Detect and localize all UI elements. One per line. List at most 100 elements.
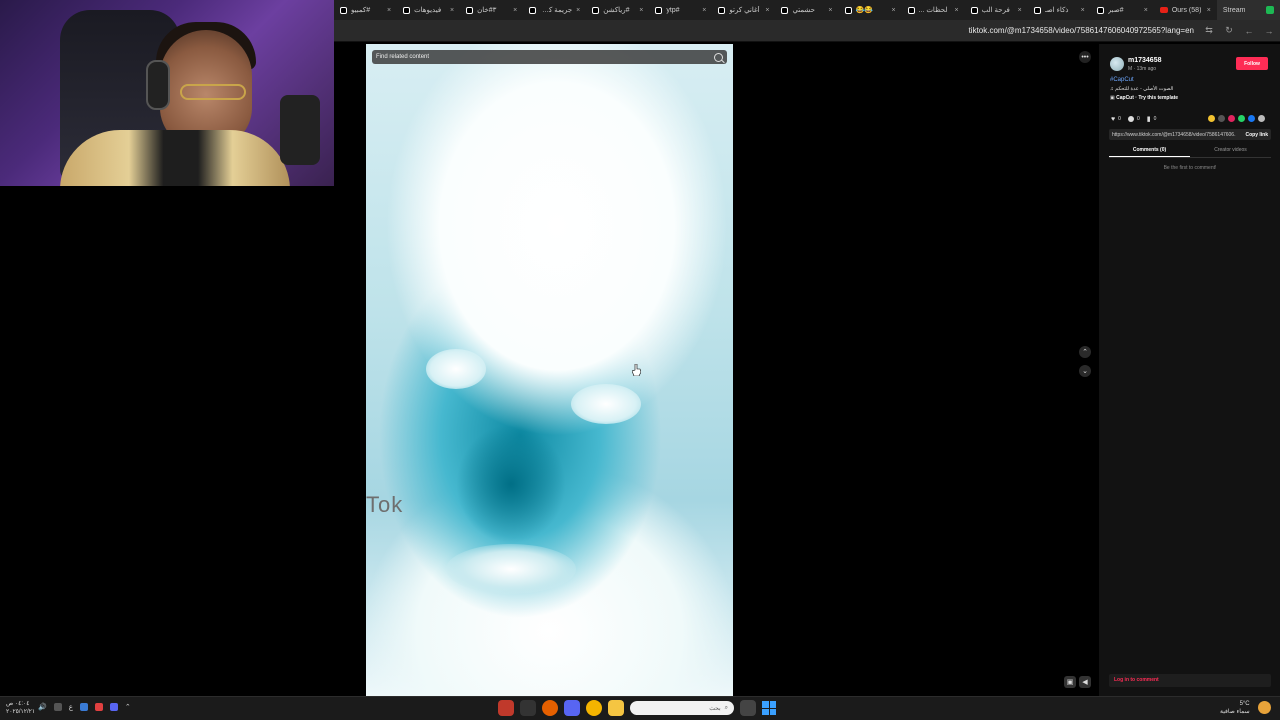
tab-comments[interactable]: Comments (0) — [1109, 144, 1190, 157]
tiktok-icon — [907, 6, 915, 14]
video-frame-detail — [446, 544, 576, 594]
file-explorer-icon[interactable] — [608, 700, 624, 716]
browser-tab[interactable]: حشمتي × — [775, 0, 838, 20]
close-icon[interactable]: × — [955, 7, 959, 14]
close-icon[interactable]: × — [765, 7, 769, 14]
address-bar[interactable]: tiktok.com/@m1734658/video/7586147606040… — [334, 20, 1280, 42]
next-video-button[interactable]: ⌄ — [1079, 365, 1091, 377]
related-search-input[interactable]: Find related content — [372, 50, 727, 64]
browser-tab[interactable]: #رياكشن × — [586, 0, 649, 20]
share-more-icon[interactable] — [1258, 115, 1265, 122]
tiktok-icon — [718, 6, 726, 14]
browser-tab[interactable]: فيديوهات × — [397, 0, 460, 20]
firefox-icon[interactable] — [542, 700, 558, 716]
clock[interactable]: ٠٤:٠٤ ص ٢٠٢٥/١٢/٢١ — [6, 700, 35, 716]
site-settings-icon[interactable]: ⇆ — [1204, 25, 1214, 36]
close-icon[interactable]: × — [450, 7, 454, 14]
copy-link-button[interactable]: Copy link — [1245, 132, 1268, 138]
forward-icon[interactable]: ← — [1244, 26, 1254, 36]
tab-creator-videos[interactable]: Creator videos — [1190, 144, 1271, 157]
share-emoji-icon[interactable] — [1208, 115, 1215, 122]
kick-icon — [1265, 6, 1274, 14]
share-facebook-icon[interactable] — [1248, 115, 1255, 122]
browser-tab[interactable]: أغاني كرتو × — [712, 0, 775, 20]
like-button[interactable]: ♥ 0 — [1111, 116, 1121, 123]
browser-tab[interactable]: ذكاء اصـ × — [1028, 0, 1091, 20]
share-embed-icon[interactable] — [1218, 115, 1225, 122]
taskbar-search[interactable]: بحث ⌕ — [630, 701, 734, 715]
mic-icon[interactable] — [79, 703, 88, 711]
chrome-icon[interactable] — [586, 700, 602, 716]
weather-icon — [1258, 701, 1271, 714]
task-view-icon[interactable] — [740, 700, 756, 716]
browser-tab[interactable]: جريمة كرتو × — [523, 0, 586, 20]
close-icon[interactable]: × — [1081, 7, 1085, 14]
browser-tab[interactable]: (58) Ours × — [1154, 0, 1217, 20]
share-pin-icon[interactable] — [1228, 115, 1235, 122]
close-icon[interactable]: × — [387, 7, 391, 14]
browser-tab-strip: #كمبيو × فيديوهات × ٣#خان × جريمة كرتو × #ري… — [334, 0, 1280, 20]
network-icon[interactable] — [53, 703, 62, 711]
follow-button[interactable]: Follow — [1236, 57, 1268, 70]
close-icon[interactable]: × — [513, 7, 517, 14]
avatar[interactable] — [1110, 57, 1124, 71]
tray-app-icon[interactable] — [94, 703, 103, 711]
tiktok-icon — [844, 6, 852, 14]
volume-button[interactable]: ◀ — [1079, 676, 1091, 688]
save-button[interactable]: ▮ 0 — [1147, 115, 1157, 123]
share-whatsapp-icon[interactable] — [1238, 115, 1245, 122]
microphone — [280, 95, 320, 165]
username[interactable]: m1734658 — [1128, 57, 1161, 64]
close-icon[interactable]: × — [891, 7, 895, 14]
comment-button[interactable]: 0 — [1127, 116, 1140, 122]
previous-video-button[interactable]: ⌃ — [1079, 346, 1091, 358]
language-indicator[interactable]: ع — [69, 703, 73, 711]
tiktok-icon — [1096, 6, 1104, 14]
picture-in-picture-button[interactable]: ▣ — [1064, 676, 1076, 688]
close-icon[interactable]: × — [1144, 7, 1148, 14]
tiktok-icon — [403, 6, 411, 14]
hashtag-link[interactable]: #CapCut — [1110, 77, 1134, 83]
template-link[interactable]: ▣ CapCut · Try this template — [1110, 95, 1178, 101]
capcut-icon[interactable] — [520, 700, 536, 716]
reload-icon[interactable]: ↻ — [1224, 25, 1234, 36]
browser-tab-active[interactable]: Stream — [1216, 0, 1280, 20]
close-icon[interactable]: × — [828, 7, 832, 14]
browser-tab[interactable]: #ytp × — [649, 0, 712, 20]
browser-tab[interactable]: ٣#خان × — [460, 0, 523, 20]
video-frame-detail — [426, 349, 486, 389]
youtube-icon — [1159, 7, 1168, 13]
share-link-text[interactable]: https://www.tiktok.com/@m1734658/video/7… — [1112, 132, 1236, 138]
tiktok-icon — [529, 6, 537, 14]
start-icon[interactable] — [762, 701, 776, 715]
close-icon[interactable]: × — [639, 7, 643, 14]
tiktok-icon — [655, 6, 663, 14]
browser-tab[interactable]: لحظات ... × — [902, 0, 965, 20]
back-icon[interactable]: → — [1264, 26, 1274, 36]
system-tray: 🔊 ع ⌃ — [38, 703, 131, 711]
login-to-comment-button[interactable]: Log in to comment — [1109, 674, 1271, 687]
browser-tab[interactable]: #صبر × — [1091, 0, 1154, 20]
chevron-up-icon[interactable]: ⌃ — [125, 703, 131, 711]
panel-tabs: Comments (0) Creator videos — [1109, 144, 1271, 158]
weather-text: سماء صافية — [1220, 709, 1250, 715]
close-icon[interactable]: × — [1018, 7, 1022, 14]
browser-tab[interactable]: 😂😂 × — [839, 0, 902, 20]
search-icon[interactable] — [714, 52, 723, 62]
browser-tab[interactable]: فرحة الب × — [965, 0, 1028, 20]
tiktok-icon — [781, 6, 789, 14]
browser-tab[interactable]: #كمبيو × — [334, 0, 397, 20]
close-icon[interactable]: × — [576, 7, 580, 14]
volume-icon[interactable]: 🔊 — [38, 703, 47, 711]
music-link[interactable]: ♫ الصوت الأصلي - عدة للتحكم — [1110, 86, 1173, 92]
weather-widget[interactable]: 5°C سماء صافية — [1220, 700, 1250, 716]
discord-icon[interactable] — [564, 700, 580, 716]
close-icon[interactable]: × — [702, 7, 706, 14]
app-icon[interactable] — [498, 700, 514, 716]
template-label: CapCut · Try this template — [1116, 95, 1179, 101]
url-text[interactable]: tiktok.com/@m1734658/video/7586147606040… — [969, 26, 1194, 35]
video-player[interactable]: Find related content Tok — [366, 44, 733, 696]
more-options-button[interactable]: ••• — [1079, 51, 1091, 63]
discord-tray-icon[interactable] — [109, 703, 118, 711]
close-icon[interactable]: × — [1207, 7, 1211, 14]
